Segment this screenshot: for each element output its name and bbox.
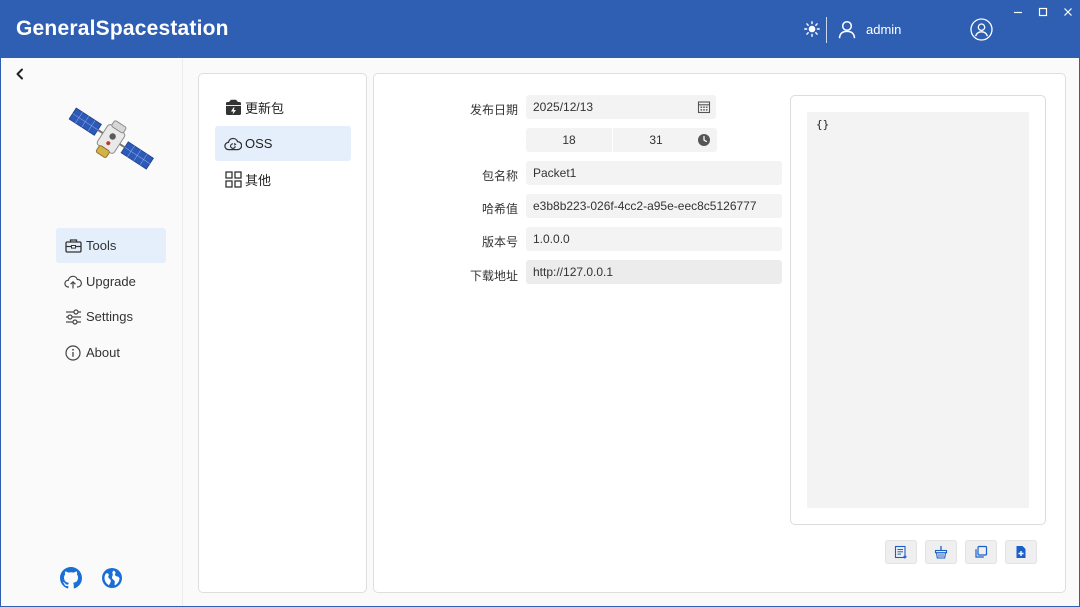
clock-icon [698,134,710,146]
cloud-sync-icon [223,134,243,154]
calendar-icon [697,101,711,114]
category-item-other[interactable]: 其他 [215,162,351,197]
chevron-left-icon [16,68,23,80]
minute-value[interactable]: 31 [613,128,699,152]
package-name-label: 包名称 [481,169,518,183]
account-icon[interactable] [970,18,993,41]
minimize-button[interactable] [1010,4,1026,20]
maximize-icon [1038,7,1048,17]
website-link[interactable] [101,567,123,589]
globe-icon [102,568,122,588]
info-icon [64,344,82,362]
hour-value[interactable]: 18 [526,128,612,152]
package-name-input[interactable]: Packet1 [526,161,782,185]
main-panel: 发布日期 2025/12/13 18 31 包名称 Packet1 哈希值 e3… [373,73,1066,593]
copy-icon [975,545,988,558]
category-item-label: 更新包 [245,101,285,116]
generate-button[interactable] [885,540,917,564]
sidebar-item-label: Settings [86,309,133,324]
sidebar-item-about[interactable]: About [56,335,166,370]
sidebar-item-upgrade[interactable]: Upgrade [56,264,166,299]
user-icon [838,20,856,39]
save-file-button[interactable] [1005,540,1037,564]
user-name[interactable]: admin [866,22,901,37]
close-button[interactable] [1060,4,1076,20]
category-item-label: OSS [245,136,273,151]
release-date-picker[interactable]: 2025/12/13 [526,95,716,119]
download-url-label: 下载地址 [469,269,518,283]
sidebar-item-label: About [86,345,120,360]
category-item-label: 其他 [245,173,272,188]
sidebar-item-label: Upgrade [86,274,136,289]
grid-icon [223,170,243,190]
package-icon [223,98,243,118]
download-url-input[interactable]: http://127.0.0.1 [526,260,782,284]
sliders-icon [64,308,82,326]
save-file-icon [1016,546,1026,558]
theme-toggle-button[interactable] [803,20,821,38]
category-panel: 更新包 OSS 其他 [198,73,367,593]
category-item-oss[interactable]: OSS [215,126,351,161]
category-item-update-package[interactable]: 更新包 [215,90,351,125]
github-icon [60,567,82,589]
satellite-logo [68,107,154,170]
copy-button[interactable] [965,540,997,564]
release-date-value: 2025/12/13 [533,100,594,114]
json-preview-card: {} [790,95,1046,525]
github-link[interactable] [60,567,82,589]
maximize-button[interactable] [1035,4,1051,20]
clear-button[interactable] [925,540,957,564]
version-label: 版本号 [481,235,518,249]
close-icon [1064,8,1072,16]
clear-basket-icon [934,546,948,559]
titlebar-divider [826,17,827,43]
sun-icon [804,21,820,37]
sidebar-item-label: Tools [86,238,117,253]
app-title: GeneralSpacestation [16,17,229,40]
release-time-picker[interactable]: 18 31 [526,128,717,152]
toolbox-icon [64,237,82,255]
cloud-upload-icon [64,273,82,291]
app-window: GeneralSpacestation admin Tools Upgrade … [0,0,1080,607]
title-bar: GeneralSpacestation admin [1,1,1079,58]
sidebar-item-settings[interactable]: Settings [56,299,166,334]
release-date-label: 发布日期 [469,103,518,117]
sidebar: Tools Upgrade Settings About [1,58,183,606]
json-preview-editor[interactable]: {} [807,112,1029,508]
hash-input[interactable]: e3b8b223-026f-4cc2-a95e-eec8c5126777 [526,194,782,218]
back-button[interactable] [13,67,27,81]
hash-label: 哈希值 [481,202,518,216]
generate-icon [894,545,907,559]
sidebar-item-tools[interactable]: Tools [56,228,166,263]
minimize-icon [1014,11,1022,14]
version-input[interactable]: 1.0.0.0 [526,227,782,251]
